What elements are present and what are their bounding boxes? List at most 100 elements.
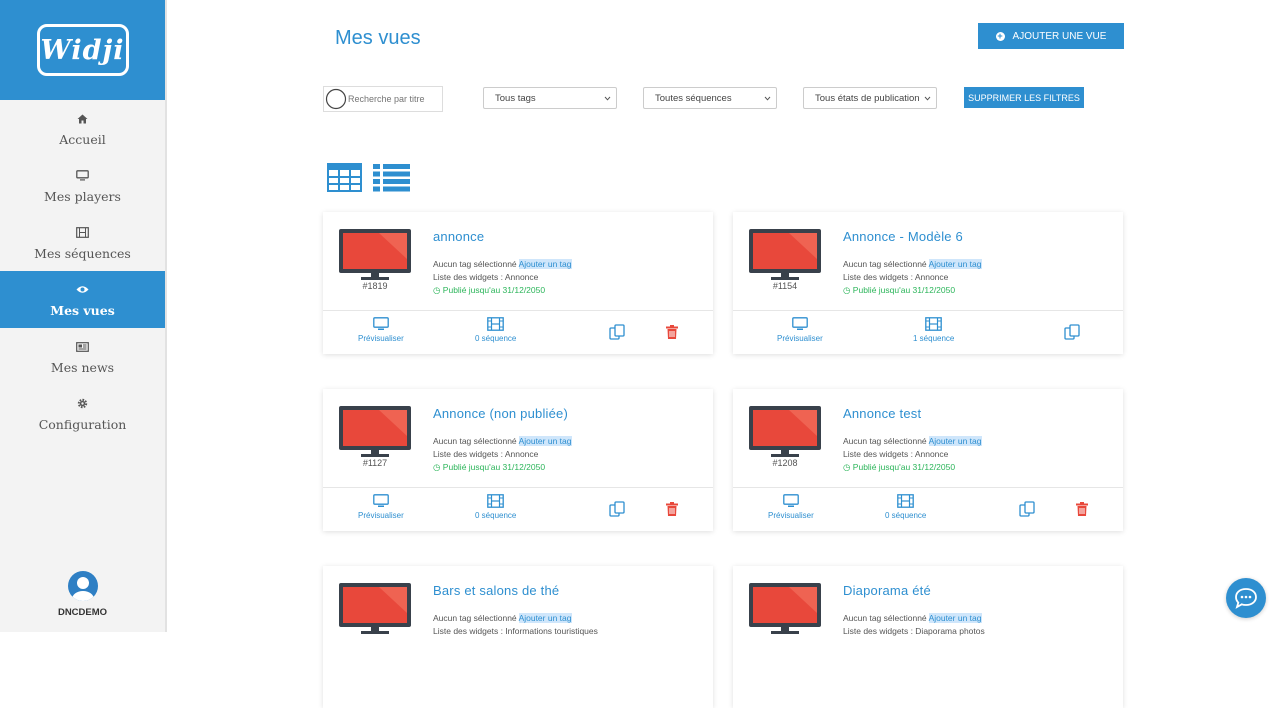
user-menu[interactable]: DNCDEMO xyxy=(0,571,165,618)
sidebar-item-accueil[interactable]: Accueil xyxy=(0,100,165,157)
delete-button[interactable] xyxy=(1076,502,1088,516)
widji-logo[interactable]: Widji xyxy=(36,24,129,76)
sequences-count: 1 séquence xyxy=(913,334,955,343)
view-id: #1208 xyxy=(772,458,798,468)
duplicate-button[interactable] xyxy=(609,324,625,340)
sequences-button[interactable]: 1 séquence xyxy=(913,317,954,343)
add-view-button[interactable]: + AJOUTER UNE VUE xyxy=(978,23,1124,49)
monitor-icon xyxy=(373,317,389,330)
search-field[interactable] xyxy=(323,86,443,112)
clear-filters-button[interactable]: SUPPRIMER LES FILTRES xyxy=(964,87,1084,108)
delete-button[interactable] xyxy=(666,325,678,339)
trash-icon xyxy=(1076,502,1088,516)
no-tag-text: Aucun tag sélectionné xyxy=(843,436,927,446)
sidebar-item-configuration[interactable]: Configuration xyxy=(0,385,165,442)
publish-text: Publié jusqu'au 31/12/2050 xyxy=(852,462,956,472)
view-card: #1154 Annonce - Modèle 6 Aucun tag sélec… xyxy=(733,212,1123,354)
duplicate-button[interactable] xyxy=(1064,324,1080,340)
preview-button[interactable]: Prévisualiser xyxy=(777,317,823,343)
view-title[interactable]: Bars et salons de thé xyxy=(433,583,559,598)
preview-button[interactable]: Prévisualiser xyxy=(358,494,404,520)
clock-icon: ◷ xyxy=(843,285,851,295)
add-tag-link[interactable]: Ajouter un tag xyxy=(928,613,982,623)
duplicate-button[interactable] xyxy=(609,501,625,517)
copy-icon xyxy=(609,501,625,517)
monitor-thumbnail xyxy=(749,229,821,286)
card-actions: Prévisualiser 1 séquence xyxy=(733,310,1123,354)
eye-icon xyxy=(76,282,89,298)
add-tag-link[interactable]: Ajouter un tag xyxy=(518,259,572,269)
view-title[interactable]: Annonce - Modèle 6 xyxy=(843,229,963,244)
publish-text: Publié jusqu'au 31/12/2050 xyxy=(852,285,956,295)
list-icon xyxy=(373,164,410,192)
sequences-button[interactable]: 0 séquence xyxy=(475,317,516,343)
search-icon xyxy=(324,88,348,110)
view-id: #1154 xyxy=(772,281,798,291)
publication-filter-select[interactable]: Tous états de publication xyxy=(803,87,937,109)
widgets-list: Liste des widgets : Annonce xyxy=(843,272,949,282)
monitor-thumbnail xyxy=(339,229,411,286)
tags-filter-select[interactable]: Tous tags xyxy=(483,87,617,109)
publish-status: ◷ Publié jusqu'au 31/12/2050 xyxy=(843,462,955,473)
film-icon xyxy=(76,225,89,241)
monitor-icon xyxy=(792,317,808,330)
duplicate-button[interactable] xyxy=(1019,501,1035,517)
chat-button[interactable] xyxy=(1226,578,1266,618)
publish-text: Publié jusqu'au 31/12/2050 xyxy=(442,462,546,472)
view-title[interactable]: Annonce (non publiée) xyxy=(433,406,568,421)
preview-label: Prévisualiser xyxy=(777,334,823,343)
sidebar-item-players[interactable]: Mes players xyxy=(0,157,165,214)
view-card: #1819 annonce Aucun tag sélectionné Ajou… xyxy=(323,212,713,354)
view-title[interactable]: Diaporama été xyxy=(843,583,931,598)
widgets-list: Liste des widgets : Annonce xyxy=(843,449,949,459)
trash-icon xyxy=(666,502,678,516)
film-icon xyxy=(897,494,915,508)
tag-line: Aucun tag sélectionné Ajouter un tag xyxy=(843,436,982,446)
clock-icon: ◷ xyxy=(433,285,441,295)
film-icon xyxy=(925,317,943,331)
card-actions: Prévisualiser 0 séquence xyxy=(733,487,1123,531)
add-tag-link[interactable]: Ajouter un tag xyxy=(928,259,982,269)
search-input[interactable] xyxy=(348,94,440,104)
publish-status: ◷ Publié jusqu'au 31/12/2050 xyxy=(433,285,545,296)
sequences-count: 0 séquence xyxy=(475,511,517,520)
no-tag-text: Aucun tag sélectionné xyxy=(433,259,517,269)
sequences-count: 0 séquence xyxy=(885,511,927,520)
widgets-list: Liste des widgets : Diaporama photos xyxy=(843,626,985,636)
add-tag-link[interactable]: Ajouter un tag xyxy=(518,613,572,623)
sidebar-item-news[interactable]: Mes news xyxy=(0,328,165,385)
view-title[interactable]: annonce xyxy=(433,229,484,244)
sequences-filter-value: Toutes séquences xyxy=(655,92,732,104)
sequences-button[interactable]: 0 séquence xyxy=(885,494,926,520)
plus-icon: + xyxy=(995,30,1005,41)
sidebar-item-sequences[interactable]: Mes séquences xyxy=(0,214,165,271)
tag-line: Aucun tag sélectionné Ajouter un tag xyxy=(843,613,982,623)
tags-filter-value: Tous tags xyxy=(495,92,536,104)
sidebar-item-label: Mes séquences xyxy=(34,245,131,261)
user-name: DNCDEMO xyxy=(57,607,108,618)
view-id: #1819 xyxy=(362,281,388,291)
tag-line: Aucun tag sélectionné Ajouter un tag xyxy=(433,259,572,269)
sidebar-item-vues[interactable]: Mes vues xyxy=(0,271,165,328)
add-tag-link[interactable]: Ajouter un tag xyxy=(928,436,982,446)
copy-icon xyxy=(609,324,625,340)
film-icon xyxy=(487,317,505,331)
grid-view-toggle[interactable] xyxy=(327,163,362,197)
view-title[interactable]: Annonce test xyxy=(843,406,921,421)
sidebar-item-label: Accueil xyxy=(59,131,106,147)
monitor-icon xyxy=(373,494,389,507)
add-tag-link[interactable]: Ajouter un tag xyxy=(518,436,572,446)
sidebar-item-label: Configuration xyxy=(38,416,127,432)
monitor-thumbnail xyxy=(339,583,411,640)
delete-button[interactable] xyxy=(666,502,678,516)
sequences-filter-select[interactable]: Toutes séquences xyxy=(643,87,777,109)
no-tag-text: Aucun tag sélectionné xyxy=(433,613,517,623)
list-view-toggle[interactable] xyxy=(373,163,410,197)
preview-button[interactable]: Prévisualiser xyxy=(358,317,404,343)
tag-line: Aucun tag sélectionné Ajouter un tag xyxy=(433,613,572,623)
sequences-button[interactable]: 0 séquence xyxy=(475,494,516,520)
no-tag-text: Aucun tag sélectionné xyxy=(433,436,517,446)
preview-button[interactable]: Prévisualiser xyxy=(768,494,814,520)
view-card: #1127 Annonce (non publiée) Aucun tag sé… xyxy=(323,389,713,531)
sidebar: Widji Accueil Mes players Mes séquences … xyxy=(0,0,167,632)
